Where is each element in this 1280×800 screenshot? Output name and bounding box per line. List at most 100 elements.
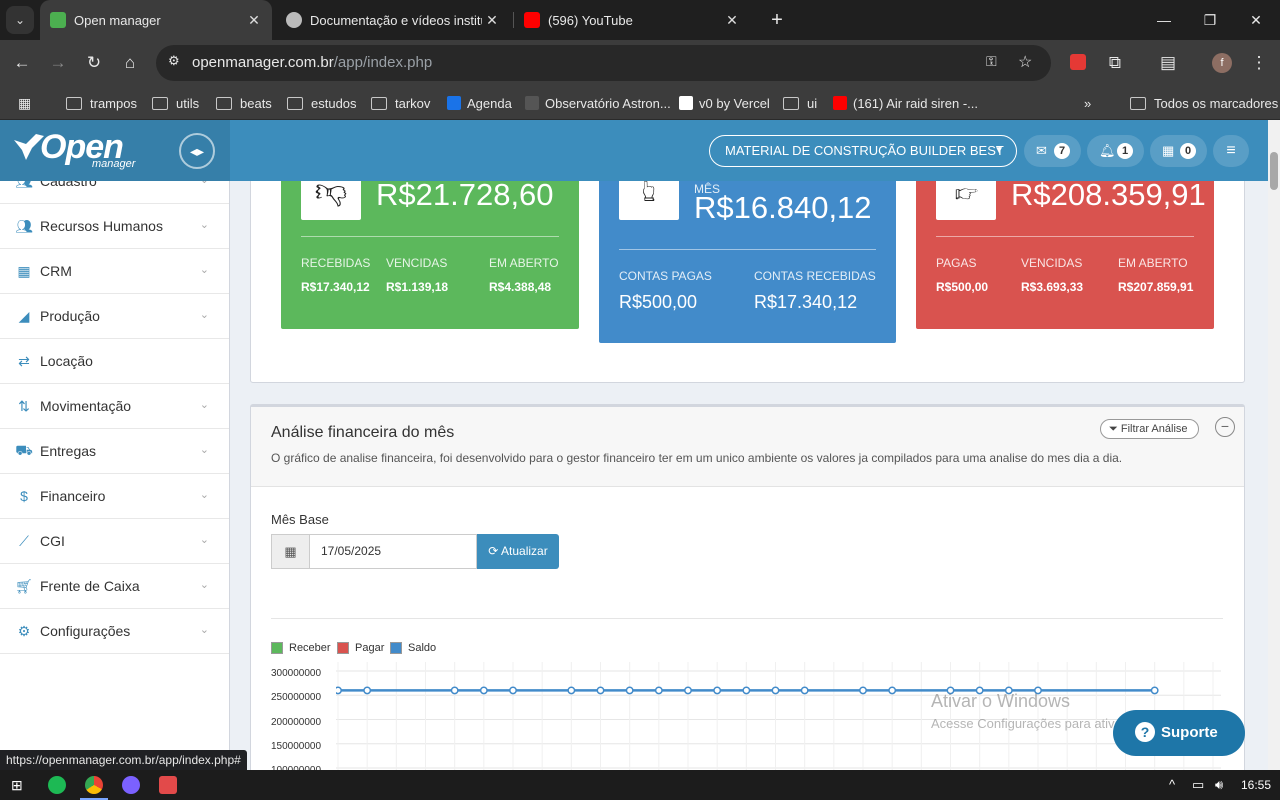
sidebar-item-cadastro[interactable]: 👥︎ Cadastro ⌄ [0, 181, 229, 204]
bookmark-folder-tarkov[interactable]: tarkov [371, 93, 430, 113]
bookmark-air-raid-siren[interactable]: (161) Air raid siren -... [833, 93, 978, 113]
base-date-field[interactable]: ▦ 17/05/2025 [271, 534, 477, 569]
scrollbar-thumb[interactable] [1270, 152, 1278, 190]
volume-icon[interactable]: 🔊︎ [1215, 777, 1223, 793]
support-button[interactable]: ? Suporte [1113, 710, 1245, 756]
bookmark-agenda[interactable]: Agenda [447, 93, 512, 113]
data-point[interactable] [363, 686, 372, 695]
sidebar-item-configuracoes[interactable]: ⚙ Configurações ⌄ [0, 609, 229, 654]
filter-icon: ⏷ [1109, 423, 1118, 435]
update-button[interactable]: ⟳ Atualizar [477, 534, 559, 569]
data-point[interactable] [625, 686, 634, 695]
data-point[interactable] [684, 686, 692, 695]
bookmark-folder-utils[interactable]: utils [152, 93, 199, 113]
messages-button[interactable]: ✉ 7 [1024, 135, 1081, 167]
data-point[interactable] [479, 686, 488, 695]
extensions-puzzle-icon[interactable]: ⧉ [1102, 50, 1128, 76]
sidebar-item-label: Locação [40, 353, 93, 369]
sidebar-item-crm[interactable]: ▦ CRM ⌄ [0, 249, 229, 294]
data-point[interactable] [771, 686, 780, 695]
hamburger-menu-button[interactable]: ≡ [1213, 135, 1249, 167]
tab-search-button[interactable]: ⌄ [6, 6, 34, 34]
bookmark-observatorio[interactable]: Observatório Astron... [525, 93, 671, 113]
browser-tab-open-manager[interactable]: Open manager ✕ [40, 0, 272, 40]
data-point[interactable] [567, 686, 576, 695]
filter-analysis-button[interactable]: ⏷ Filtrar Análise [1100, 419, 1199, 439]
sidebar-item-producao[interactable]: ◢ Produção ⌄ [0, 294, 229, 339]
sidebar-item-label: Produção [40, 308, 100, 324]
checkmark-favicon-icon [50, 12, 66, 28]
reload-icon[interactable]: ↻ [81, 50, 107, 76]
bookmark-folder-ui[interactable]: ui [783, 93, 817, 113]
close-tab-icon[interactable]: ✕ [722, 12, 742, 29]
page-scrollbar[interactable] [1268, 120, 1280, 770]
close-window-icon[interactable]: ✕ [1233, 0, 1279, 40]
calendar-icon[interactable]: ▦ [272, 535, 310, 568]
bookmark-folder-estudos[interactable]: estudos [287, 93, 357, 113]
close-tab-icon[interactable]: ✕ [482, 12, 502, 29]
forward-arrow-icon[interactable]: → [45, 50, 71, 76]
game-icon[interactable] [159, 776, 177, 794]
sidebar-item-cgi[interactable]: ⟋ CGI ⌄ [0, 519, 229, 564]
notifications-button[interactable]: 🔔︎ 1 [1087, 135, 1144, 167]
profile-avatar[interactable]: f [1212, 53, 1232, 73]
network-icon[interactable]: ▭ [1192, 777, 1204, 793]
data-point[interactable] [596, 686, 605, 695]
all-bookmarks-folder[interactable]: Todos os marcadores [1130, 93, 1278, 113]
bookmark-label: Agenda [467, 95, 512, 111]
data-point[interactable] [888, 686, 897, 695]
data-point[interactable] [800, 686, 809, 695]
address-bar[interactable]: ⚙ openmanager.com.br/app/index.php ⚿ ☆ [156, 45, 1051, 81]
sidebar-item-movimentacao[interactable]: ⇅ Movimentação ⌄ [0, 384, 229, 429]
key-icon[interactable]: ⚿ [986, 53, 997, 70]
browser-tab-youtube[interactable]: (596) YouTube ✕ [514, 0, 750, 40]
bookmark-folder-beats[interactable]: beats [216, 93, 272, 113]
site-info-icon[interactable]: ⚙ [168, 53, 180, 69]
more-menu-icon[interactable]: ⋮ [1246, 50, 1272, 76]
chevron-down-icon: ⌄ [199, 444, 209, 456]
reading-list-icon[interactable]: ▤ [1155, 50, 1181, 76]
bookmark-star-icon[interactable]: ☆ [1018, 52, 1032, 72]
calendar-button[interactable]: ▦ 0 [1150, 135, 1207, 167]
browser-tab-documentacao[interactable]: Documentação e vídeos instituc ✕ [276, 0, 510, 40]
sidebar-item-recursos-humanos[interactable]: 👥︎ Recursos Humanos ⌄ [0, 204, 229, 249]
data-point[interactable] [450, 686, 459, 695]
support-label: Suporte [1161, 724, 1218, 741]
extension-icon[interactable] [1070, 54, 1086, 70]
apps-grid-icon[interactable]: ▦ [18, 93, 31, 113]
data-point[interactable] [1150, 686, 1159, 695]
bookmark-v0-vercel[interactable]: v0 by Vercel [679, 93, 770, 113]
close-tab-icon[interactable]: ✕ [244, 12, 264, 29]
data-point[interactable] [742, 686, 751, 695]
minimize-window-icon[interactable]: — [1141, 0, 1187, 40]
new-tab-button[interactable]: + [754, 0, 800, 40]
sidebar-item-frente-de-caixa[interactable]: 🛒︎ Frente de Caixa ⌄ [0, 564, 229, 609]
app-icon[interactable] [122, 776, 140, 794]
data-point[interactable] [509, 686, 517, 695]
base-date-value: 17/05/2025 [321, 544, 382, 558]
v0-favicon-icon [679, 96, 693, 110]
sidebar-item-financeiro[interactable]: $ Financeiro ⌄ [0, 474, 229, 519]
home-icon[interactable]: ⌂ [117, 50, 143, 76]
data-point[interactable] [713, 686, 722, 695]
collapse-box-button[interactable]: − [1215, 417, 1235, 437]
sidebar-item-entregas[interactable]: ⛟ Entregas ⌄ [0, 429, 229, 474]
windows-start-icon[interactable]: ⊞ [11, 777, 23, 794]
data-point[interactable] [859, 686, 867, 695]
company-selector[interactable]: MATERIAL DE CONSTRUÇÃO BUILDER BEST ▼ [709, 135, 1017, 167]
tray-chevron-icon[interactable]: ^ [1169, 777, 1175, 792]
logo-area[interactable]: Open manager ◂▸ [0, 120, 230, 181]
sidebar-toggle-button[interactable]: ◂▸ [179, 133, 215, 169]
bookmarks-overflow-icon[interactable]: » [1084, 93, 1091, 113]
bookmark-folder-trampos[interactable]: trampos [66, 93, 137, 113]
data-point[interactable] [336, 686, 342, 695]
data-point[interactable] [654, 686, 663, 695]
restore-window-icon[interactable]: ❐ [1187, 0, 1233, 40]
sidebar-item-locacao[interactable]: ⇄ Locação [0, 339, 229, 384]
chrome-icon[interactable] [85, 776, 103, 794]
bookmark-label: trampos [90, 95, 137, 111]
notifications-badge: 1 [1117, 143, 1133, 159]
kpi-value: R$1.139,18 [386, 280, 449, 294]
spotify-icon[interactable] [48, 776, 66, 794]
back-arrow-icon[interactable]: ← [9, 50, 35, 76]
